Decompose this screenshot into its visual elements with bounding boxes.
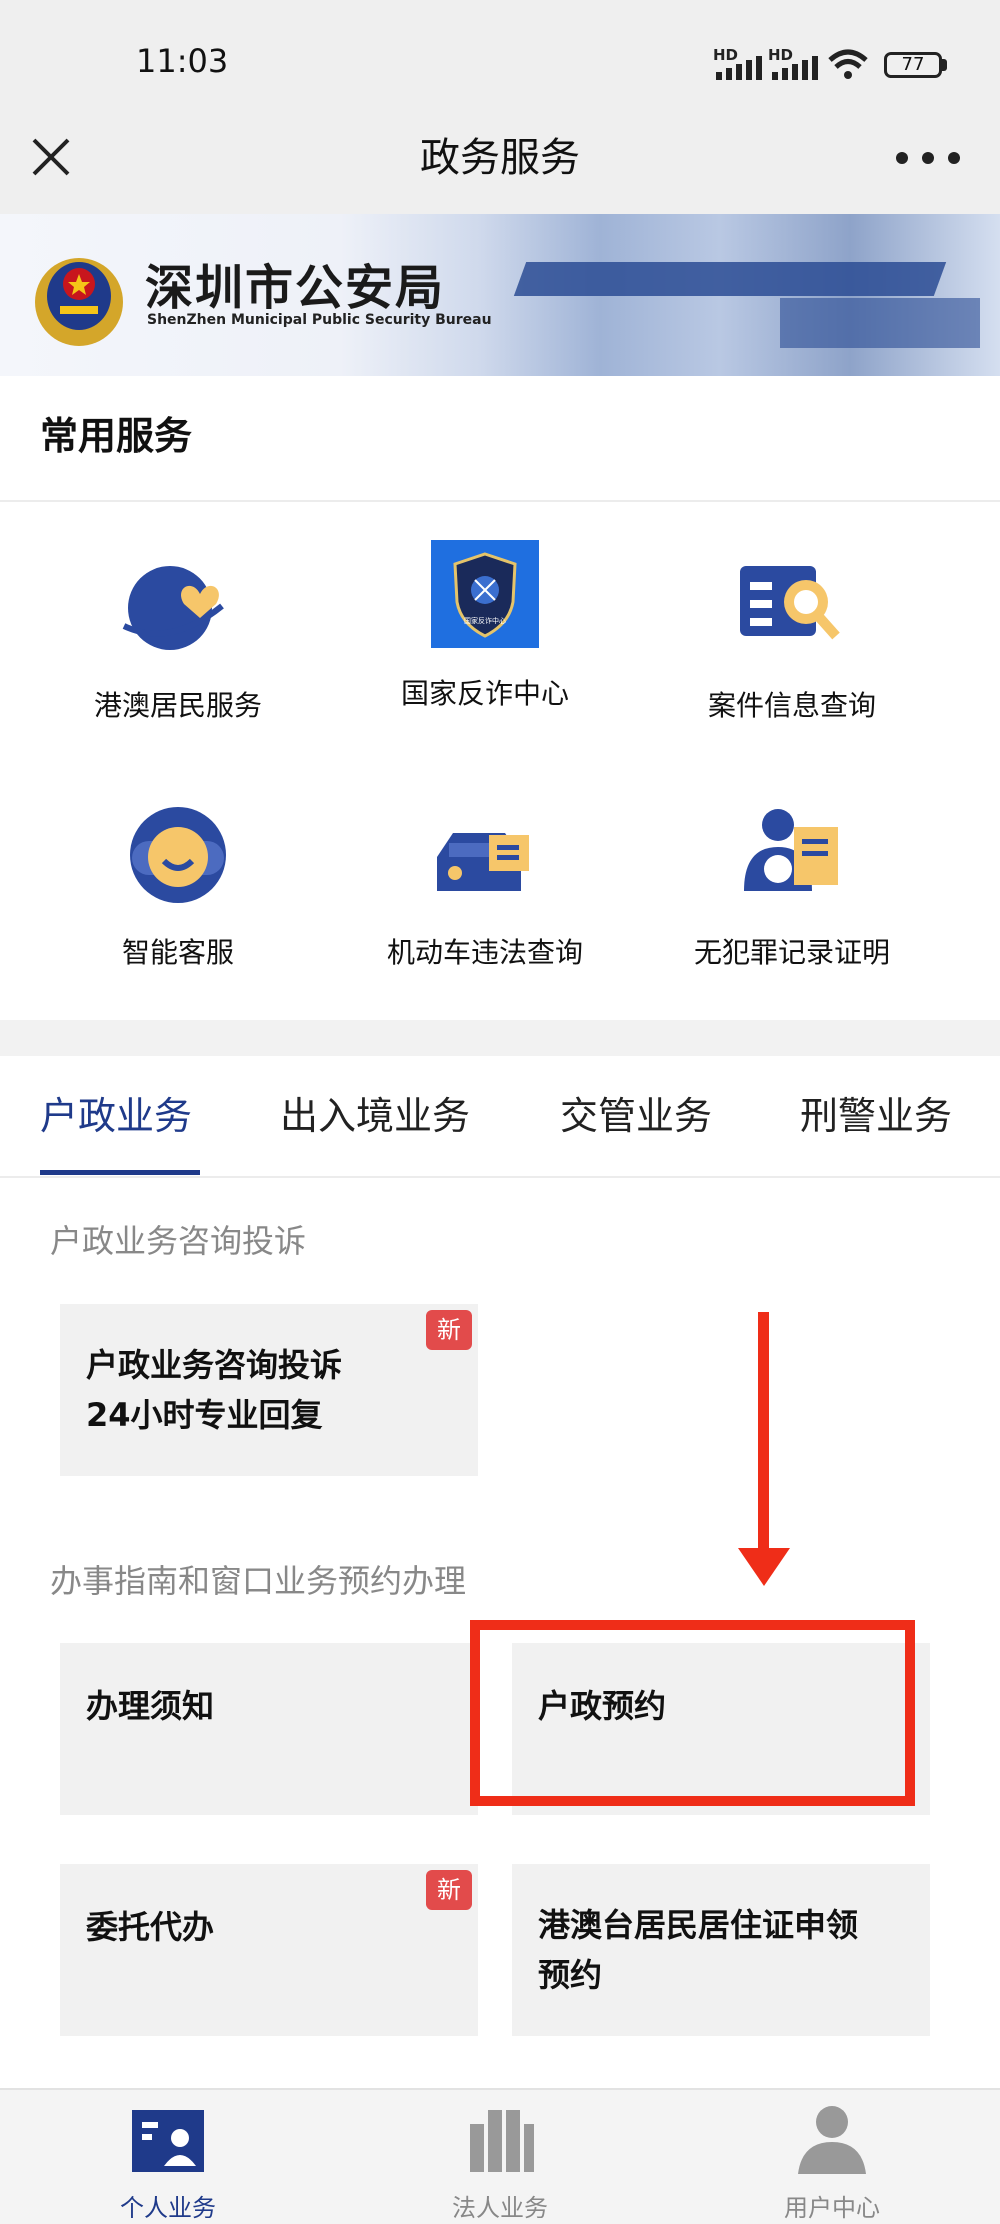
banner-title: 深圳市公安局 xyxy=(145,260,446,316)
user-icon xyxy=(792,2100,872,2180)
service-case-query[interactable]: 案件信息查询 xyxy=(642,548,942,724)
card-subtitle: 24小时专业回复 xyxy=(86,1396,323,1434)
active-tab-indicator xyxy=(40,1170,200,1175)
service-label: 港澳居民服务 xyxy=(93,689,262,722)
section-gap xyxy=(0,1020,1000,1056)
service-label: 机动车违法查询 xyxy=(386,936,583,969)
service-label: 案件信息查询 xyxy=(707,689,876,722)
card-title: 户政业务咨询投诉 xyxy=(86,1346,343,1384)
annotation-highlight-box xyxy=(470,1620,915,1806)
search-document-icon xyxy=(732,548,852,668)
tab-criminal-police[interactable]: 刑警业务 xyxy=(800,1085,952,1140)
card-instructions[interactable]: 办理须知 xyxy=(60,1643,478,1815)
card-household-consult-complaint[interactable]: 户政业务咨询投诉 24小时专业回复 新 xyxy=(60,1304,478,1476)
service-label: 无犯罪记录证明 xyxy=(693,936,890,969)
bottom-nav-label: 法人业务 xyxy=(452,2194,548,2222)
section-label: 办事指南和窗口业务预约办理 xyxy=(50,1562,467,1600)
service-anti-fraud-center[interactable]: 国家反诈中心 国家反诈中心 xyxy=(335,540,635,712)
bottom-nav-label: 用户中心 xyxy=(784,2194,880,2222)
service-label: 智能客服 xyxy=(121,936,234,969)
battery-icon: 77 xyxy=(884,52,942,78)
tab-traffic[interactable]: 交管业务 xyxy=(560,1085,712,1140)
tab-household[interactable]: 户政业务 xyxy=(40,1085,192,1140)
wifi-icon xyxy=(828,49,868,79)
service-label: 国家反诈中心 xyxy=(400,677,569,710)
id-card-icon xyxy=(128,2100,208,2180)
card-delegated-handling[interactable]: 委托代办 新 xyxy=(60,1864,478,2036)
card-title: 委托代办 xyxy=(86,1908,215,1946)
police-emblem-logo xyxy=(35,258,123,346)
bottom-nav-corporate[interactable]: 法人业务 xyxy=(390,2100,610,2223)
service-hk-macau-residents[interactable]: 港澳居民服务 xyxy=(28,548,328,724)
divider xyxy=(0,1176,1000,1178)
card-title: 港澳台居民居住证申领 xyxy=(538,1906,859,1944)
more-options-icon[interactable] xyxy=(896,148,960,168)
signal-icon xyxy=(772,56,818,80)
bottom-nav-label: 个人业务 xyxy=(120,2194,216,2222)
section-label: 户政业务咨询投诉 xyxy=(50,1222,307,1260)
annotation-arrow-head xyxy=(738,1548,790,1586)
shield-badge-icon: 国家反诈中心 xyxy=(431,540,539,648)
signal-icon xyxy=(716,56,762,80)
badge-caption: 国家反诈中心 xyxy=(464,617,506,625)
card-subtitle: 预约 xyxy=(538,1956,603,1994)
tab-exit-entry[interactable]: 出入境业务 xyxy=(280,1085,470,1140)
car-document-icon xyxy=(425,795,545,915)
new-badge: 新 xyxy=(426,1310,472,1350)
status-time: 11:03 xyxy=(136,42,229,80)
planet-heart-icon xyxy=(118,548,238,668)
service-smart-customer-service[interactable]: 智能客服 xyxy=(28,795,328,971)
section-title: 常用服务 xyxy=(40,414,193,458)
banner-subtitle: ShenZhen Municipal Public Security Burea… xyxy=(147,312,492,328)
page-title: 政务服务 xyxy=(420,135,580,181)
annotation-arrow xyxy=(758,1312,769,1552)
divider xyxy=(0,500,1000,502)
banner: 深圳市公安局 ShenZhen Municipal Public Securit… xyxy=(0,214,1000,376)
service-no-criminal-record[interactable]: 无犯罪记录证明 xyxy=(642,795,942,971)
bottom-nav-personal[interactable]: 个人业务 xyxy=(58,2100,278,2223)
robot-face-icon xyxy=(118,795,238,915)
card-residence-permit-appointment[interactable]: 港澳台居民居住证申领 预约 xyxy=(512,1864,930,2036)
building-icon xyxy=(460,2100,540,2180)
person-certificate-icon xyxy=(732,795,852,915)
card-title: 办理须知 xyxy=(86,1687,215,1725)
bottom-nav-user-center[interactable]: 用户中心 xyxy=(722,2100,942,2223)
battery-tip xyxy=(942,59,947,71)
service-vehicle-violation-query[interactable]: 机动车违法查询 xyxy=(335,795,635,971)
new-badge: 新 xyxy=(426,1870,472,1910)
